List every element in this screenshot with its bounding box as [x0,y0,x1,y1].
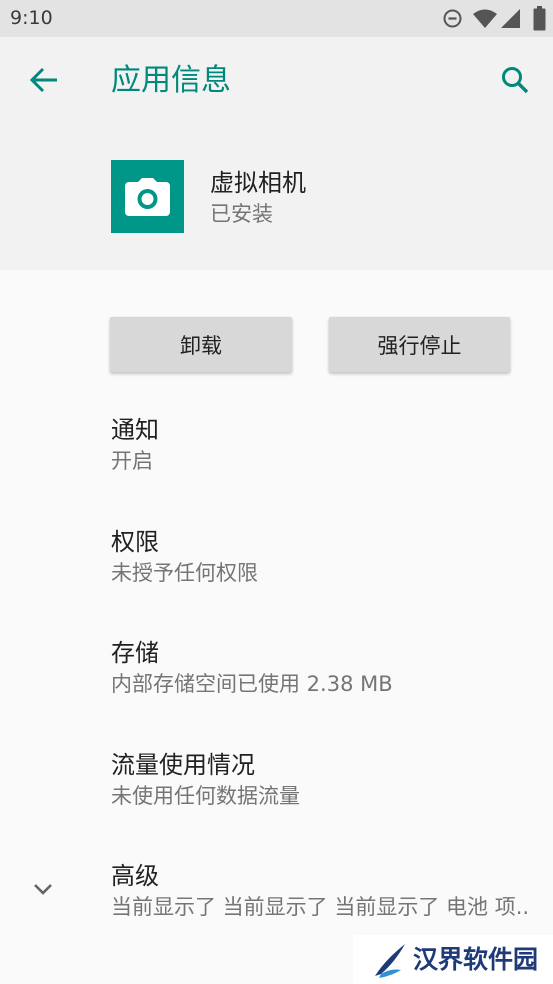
uninstall-button[interactable]: 卸载 [110,317,292,372]
item-summary: 开启 [111,449,153,473]
force-stop-button[interactable]: 强行停止 [329,317,510,372]
back-button[interactable] [28,66,60,94]
data-usage-item[interactable]: 流量使用情况 未使用任何数据流量 [0,737,553,849]
item-summary: 当前显示了 当前显示了 当前显示了 电池 项.. [111,895,530,919]
watermark-text: 汉界软件园 [413,945,539,974]
item-title: 流量使用情况 [111,750,255,779]
item-summary: 未授予任何权限 [111,560,258,585]
page-title: 应用信息 [111,63,231,98]
item-title: 存储 [111,639,159,667]
wifi-icon [472,8,498,29]
item-summary: 内部存储空间已使用 2.38 MB [111,672,393,696]
search-icon [502,67,529,94]
watermark-logo-icon [371,940,411,980]
app-header [0,37,553,270]
item-title: 通知 [111,416,159,444]
item-summary: 未使用任何数据流量 [111,783,300,808]
permissions-item[interactable]: 权限 未授予任何权限 [0,514,553,626]
app-install-status: 已安装 [210,202,273,226]
item-title: 高级 [111,862,159,890]
chevron-down-icon [30,878,56,900]
cell-signal-icon [501,8,521,29]
app-name: 虚拟相机 [210,169,306,197]
storage-item[interactable]: 存储 内部存储空间已使用 2.38 MB [0,625,553,737]
do-not-disturb-icon [442,8,463,29]
item-title: 权限 [111,527,159,556]
arrow-left-icon [29,67,57,93]
battery-icon [533,6,546,31]
camera-icon [125,178,170,216]
status-bar: 9:10 [0,0,553,37]
app-icon [111,160,184,233]
watermark: 汉界软件园 [353,935,553,984]
status-time: 9:10 [10,7,53,29]
search-button[interactable] [499,64,531,96]
settings-list: 通知 开启 权限 未授予任何权限 存储 内部存储空间已使用 2.38 MB 流量… [0,402,553,960]
notifications-item[interactable]: 通知 开启 [0,402,553,514]
app-info-screen: 9:10 应用信息 虚拟相机 已安装 卸载 强行停止 通知 开启 权限 未授予任… [0,0,553,984]
